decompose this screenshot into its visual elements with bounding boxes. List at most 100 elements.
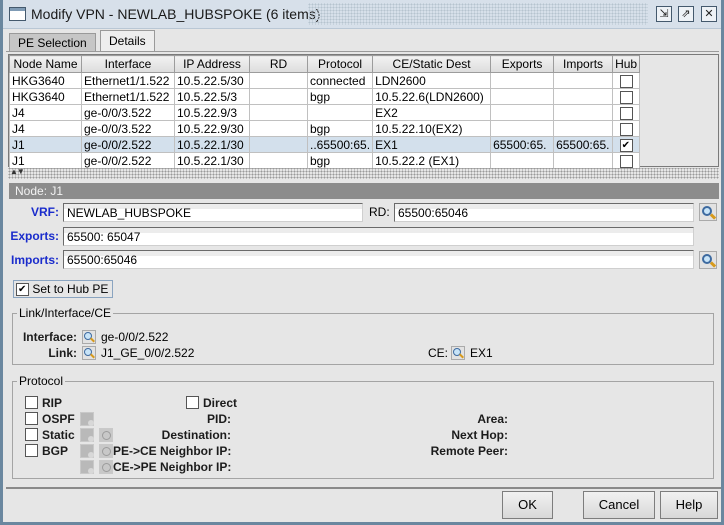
hub-checkbox[interactable] [619, 74, 633, 88]
static-add-icon[interactable] [80, 428, 94, 442]
hub-pe-check-icon[interactable] [16, 283, 29, 297]
cell-ce[interactable]: 10.5.22.10(EX2) [372, 120, 492, 137]
tab-pe-selection[interactable]: PE Selection [9, 33, 96, 52]
table-row[interactable]: HKG3640 Ethernet1/1.522 10.5.22.5/30 connec… [9, 72, 641, 89]
cell-exports[interactable] [490, 72, 555, 89]
cell-exports[interactable]: 65500:65. [490, 136, 555, 153]
column-header[interactable]: Exports [490, 55, 555, 73]
help-button[interactable]: Help [660, 491, 718, 519]
column-header[interactable]: RD [249, 55, 308, 73]
rd-field[interactable]: 65500:65046 [394, 203, 694, 222]
hub-checkbox[interactable] [619, 90, 633, 104]
cell-node[interactable]: HKG3640 [9, 88, 82, 105]
tab-details[interactable]: Details [100, 30, 155, 52]
column-header[interactable]: Hub [612, 55, 641, 73]
set-to-hub-pe-checkbox[interactable]: Set to Hub PE [13, 280, 114, 298]
column-header[interactable]: Protocol [306, 55, 374, 73]
cell-node[interactable]: J4 [9, 104, 82, 121]
cell-protocol[interactable]: bgp [306, 152, 374, 169]
cell-exports[interactable] [490, 104, 555, 121]
table-row[interactable]: J4 ge-0/0/3.522 10.5.22.9/3 EX2 [9, 104, 641, 121]
hub-checkbox[interactable] [619, 138, 633, 152]
cell-ce[interactable]: 10.5.22.6(LDN2600) [372, 88, 492, 105]
column-header[interactable]: Imports [553, 55, 614, 73]
imports-field[interactable]: 65500:65046 [63, 250, 694, 269]
link-lookup-icon[interactable] [82, 346, 96, 360]
rip-checkbox[interactable] [25, 396, 38, 409]
bgp-pe-ce-add-icon[interactable] [80, 444, 94, 458]
interface-lookup-icon[interactable] [82, 330, 96, 344]
bgp-checkbox[interactable] [25, 444, 38, 457]
imports-lookup-icon[interactable] [699, 251, 717, 269]
cell-protocol[interactable]: connected [306, 72, 374, 89]
static-checkbox[interactable] [25, 428, 38, 441]
cell-rd[interactable] [249, 104, 308, 121]
cell-ce[interactable]: EX2 [372, 104, 492, 121]
cancel-button[interactable]: Cancel [583, 491, 655, 519]
cell-protocol[interactable]: bgp [306, 88, 374, 105]
minimize-icon[interactable]: ⇲ [656, 6, 672, 22]
ospf-add-icon[interactable] [80, 412, 94, 426]
cell-imports[interactable] [553, 88, 614, 105]
bgp-pe-ce-lookup-icon[interactable] [99, 444, 113, 458]
table-row[interactable]: J4 ge-0/0/3.522 10.5.22.9/30 bgp 10.5.22.10(… [9, 120, 641, 137]
split-pane-divider[interactable]: ▲▼ [8, 167, 719, 179]
cell-imports[interactable] [553, 72, 614, 89]
close-icon[interactable]: ✕ [701, 6, 717, 22]
cell-ip[interactable]: 10.5.22.5/30 [174, 72, 250, 89]
rd-lookup-icon[interactable] [699, 203, 717, 221]
static-lookup-icon[interactable] [99, 428, 113, 442]
cell-exports[interactable] [490, 88, 555, 105]
cell-protocol[interactable]: bgp [306, 120, 374, 137]
cell-ce[interactable]: EX1 [372, 136, 492, 153]
cell-interface[interactable]: ge-0/0/3.522 [81, 104, 175, 121]
bgp-ce-pe-lookup-icon[interactable] [99, 460, 113, 474]
cell-rd[interactable] [249, 72, 308, 89]
cell-exports[interactable] [490, 120, 555, 137]
cell-interface[interactable]: ge-0/0/2.522 [81, 152, 175, 169]
cell-rd[interactable] [249, 88, 308, 105]
direct-checkbox[interactable] [186, 396, 199, 409]
table-row[interactable]: J1 ge-0/0/2.522 10.5.22.1/30 bgp 10.5.22.2 (… [9, 152, 641, 169]
cell-ip[interactable]: 10.5.22.1/30 [174, 136, 250, 153]
cell-node[interactable]: HKG3640 [9, 72, 82, 89]
table-row[interactable]: J1 ge-0/0/2.522 10.5.22.1/30 ..65500:65. EX1… [9, 136, 641, 153]
cell-exports[interactable] [490, 152, 555, 169]
cell-protocol[interactable] [306, 104, 374, 121]
cell-interface[interactable]: ge-0/0/3.522 [81, 120, 175, 137]
cell-node[interactable]: J4 [9, 120, 82, 137]
bgp-ce-pe-add-icon[interactable] [80, 460, 94, 474]
maximize-icon[interactable]: ⇗ [678, 6, 694, 22]
hub-checkbox[interactable] [619, 106, 633, 120]
cell-rd[interactable] [249, 120, 308, 137]
cell-protocol[interactable]: ..65500:65. [306, 136, 374, 153]
cell-node[interactable]: J1 [9, 136, 82, 153]
cell-interface[interactable]: Ethernet1/1.522 [81, 72, 175, 89]
collapse-arrows-icon[interactable]: ▲▼ [10, 167, 25, 176]
cell-ip[interactable]: 10.5.22.9/30 [174, 120, 250, 137]
hub-checkbox[interactable] [619, 122, 633, 136]
cell-imports[interactable] [553, 152, 614, 169]
vrf-field[interactable]: NEWLAB_HUBSPOKE [63, 203, 363, 222]
cell-rd[interactable] [249, 152, 308, 169]
column-header[interactable]: Node Name [9, 55, 82, 73]
ospf-checkbox[interactable] [25, 412, 38, 425]
column-header[interactable]: Interface [81, 55, 175, 73]
ce-lookup-icon[interactable] [451, 346, 465, 360]
table-row[interactable]: HKG3640 Ethernet1/1.522 10.5.22.5/3 bgp 10.5… [9, 88, 641, 105]
cell-imports[interactable] [553, 120, 614, 137]
cell-ce[interactable]: LDN2600 [372, 72, 492, 89]
cell-ip[interactable]: 10.5.22.9/3 [174, 104, 250, 121]
exports-field[interactable]: 65500: 65047 [63, 227, 694, 246]
column-header[interactable]: IP Address [174, 55, 250, 73]
cell-rd[interactable] [249, 136, 308, 153]
title-bar[interactable]: Modify VPN - NEWLAB_HUBSPOKE (6 items) ⇲… [3, 0, 721, 29]
hub-checkbox[interactable] [619, 154, 633, 168]
cell-ip[interactable]: 10.5.22.1/30 [174, 152, 250, 169]
cell-ce[interactable]: 10.5.22.2 (EX1) [372, 152, 492, 169]
ok-button[interactable]: OK [502, 491, 553, 519]
cell-ip[interactable]: 10.5.22.5/3 [174, 88, 250, 105]
cell-imports[interactable]: 65500:65. [553, 136, 614, 153]
cell-imports[interactable] [553, 104, 614, 121]
cell-interface[interactable]: ge-0/0/2.522 [81, 136, 175, 153]
